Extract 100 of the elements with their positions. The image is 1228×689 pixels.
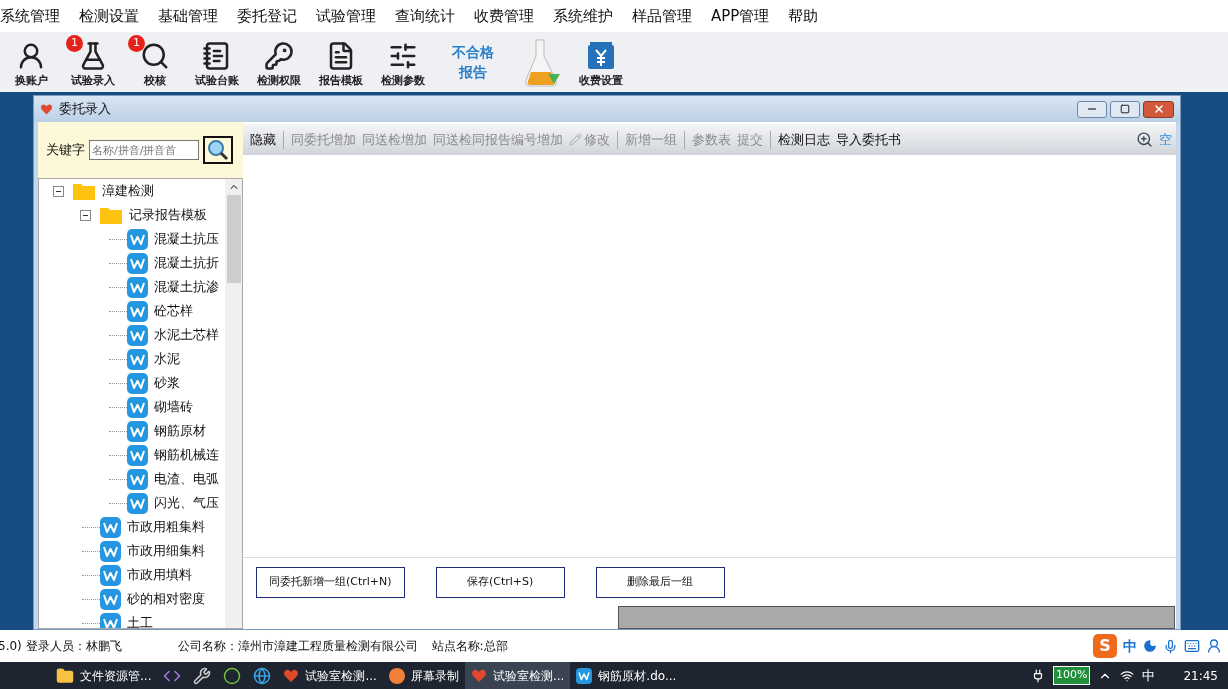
form-button[interactable]: 删除最后一组 bbox=[595, 567, 725, 598]
document-icon bbox=[127, 396, 148, 418]
document-icon bbox=[100, 564, 121, 586]
tree-item[interactable]: 市政用粗集料 bbox=[127, 517, 205, 537]
document-icon bbox=[127, 348, 148, 370]
tree-item[interactable]: 混凝土抗折 bbox=[154, 253, 219, 273]
document-icon bbox=[127, 372, 148, 394]
minimize-button[interactable] bbox=[1077, 100, 1107, 118]
document-icon bbox=[127, 468, 148, 490]
taskbar-button[interactable]: 试验室检测... bbox=[277, 662, 383, 689]
menu-item[interactable]: 查询统计 bbox=[395, 4, 455, 28]
tree-item[interactable]: 砂浆 bbox=[154, 373, 180, 393]
folder-icon bbox=[99, 205, 123, 225]
toolbar-button[interactable]: 换账户 bbox=[0, 35, 62, 89]
menu-item[interactable]: APP管理 bbox=[711, 4, 770, 28]
tree-item[interactable]: 混凝土抗渗 bbox=[154, 277, 219, 297]
collapse-icon[interactable] bbox=[80, 209, 91, 221]
toolbar-button[interactable]: 收费设置 bbox=[570, 35, 632, 89]
form-button[interactable]: 同委托新增一组(Ctrl+N) bbox=[256, 567, 405, 598]
wifi-icon[interactable] bbox=[1120, 668, 1135, 683]
tree-item[interactable]: 土工 bbox=[127, 613, 153, 628]
keyboard-icon[interactable] bbox=[1184, 638, 1200, 654]
menu-item[interactable]: 帮助 bbox=[788, 4, 819, 28]
document-icon bbox=[127, 300, 148, 322]
tree-item[interactable]: 市政用细集料 bbox=[127, 541, 205, 561]
toolbar-button[interactable]: 试验台账 bbox=[186, 35, 248, 89]
tree-item[interactable]: 钢筋机械连 bbox=[154, 445, 219, 465]
maximize-icon bbox=[1120, 104, 1130, 114]
menu-item[interactable]: 基础管理 bbox=[158, 4, 218, 28]
record-icon bbox=[388, 667, 405, 684]
toolbar-button[interactable]: 不合格报告 bbox=[450, 42, 496, 82]
status-text: 站点名称:总部 bbox=[431, 638, 508, 655]
tree-item[interactable]: 漳建检测 bbox=[102, 181, 154, 201]
toolbar-button[interactable]: 检测权限 bbox=[248, 35, 310, 89]
document-icon bbox=[100, 516, 121, 538]
user-icon[interactable] bbox=[1206, 638, 1222, 654]
document-icon bbox=[127, 444, 148, 466]
menu-item[interactable]: 试验管理 bbox=[316, 4, 376, 28]
tree-item[interactable]: 市政用填料 bbox=[127, 565, 192, 585]
zoom-icon[interactable] bbox=[1136, 131, 1153, 148]
tree-item[interactable]: 水泥 bbox=[154, 349, 180, 369]
toolbar-button[interactable]: 试验录入 1 bbox=[62, 35, 124, 89]
count-badge: 1 bbox=[66, 35, 83, 52]
form-button[interactable]: 保存(Ctrl+S) bbox=[435, 567, 565, 598]
tree-item[interactable]: 电渣、电弧 bbox=[154, 469, 219, 489]
action-button[interactable]: 导入委托书 bbox=[833, 129, 904, 150]
tree-item[interactable]: 砌墙砖 bbox=[154, 397, 193, 417]
document-icon bbox=[127, 324, 148, 346]
document-icon bbox=[100, 540, 121, 562]
tree-item[interactable]: 混凝土抗压 bbox=[154, 229, 219, 249]
menu-item[interactable]: 系统维护 bbox=[553, 4, 613, 28]
close-icon bbox=[1152, 103, 1165, 115]
battery-level[interactable]: 100% bbox=[1052, 666, 1091, 685]
tree-item[interactable]: 钢筋原材 bbox=[154, 421, 206, 441]
document-icon bbox=[576, 667, 593, 684]
toolbar-button[interactable]: 检测参数 bbox=[372, 35, 434, 89]
action-button[interactable]: 检测日志 bbox=[775, 129, 833, 150]
toolbar-button[interactable]: 校核 1 bbox=[124, 35, 186, 89]
taskbar-button[interactable]: 试验室检测... bbox=[464, 662, 571, 689]
scrollbar[interactable] bbox=[225, 179, 242, 628]
key-icon bbox=[264, 40, 294, 71]
maximize-button[interactable] bbox=[1110, 100, 1140, 118]
menu-item[interactable]: 检测设置 bbox=[79, 4, 139, 28]
heart-icon bbox=[283, 667, 300, 684]
menu-item[interactable]: 收费管理 bbox=[474, 4, 534, 28]
heart-icon bbox=[40, 102, 53, 116]
clock[interactable]: 21:45 bbox=[1183, 666, 1218, 685]
taskbar-button[interactable]: 屏幕录制 bbox=[382, 662, 465, 689]
search-label: 关键字 bbox=[46, 141, 85, 160]
moon-icon[interactable] bbox=[1143, 639, 1157, 653]
wrench-icon bbox=[193, 666, 212, 685]
collapse-icon[interactable] bbox=[53, 185, 64, 197]
microphone-icon[interactable] bbox=[1163, 638, 1178, 654]
document-icon bbox=[127, 228, 148, 250]
taskbar-button[interactable]: 文件资源管... bbox=[50, 662, 158, 689]
close-button[interactable] bbox=[1143, 100, 1174, 118]
ime-mode[interactable]: 中 bbox=[1123, 635, 1137, 657]
taskbar-button[interactable]: 钢筋原材.do... bbox=[570, 662, 683, 689]
menu-item[interactable]: 样品管理 bbox=[632, 4, 692, 28]
document-icon bbox=[127, 276, 148, 298]
globe-icon bbox=[253, 666, 272, 685]
heart-icon bbox=[470, 667, 487, 684]
tree-item[interactable]: 记录报告模板 bbox=[129, 205, 207, 225]
toolbar-button[interactable]: 报告模板 bbox=[310, 35, 372, 89]
ime-mode[interactable]: 中 bbox=[1142, 665, 1156, 686]
tree-item[interactable]: 砼芯样 bbox=[154, 301, 193, 321]
pencil-icon bbox=[569, 133, 582, 146]
menu-item[interactable]: 委托登记 bbox=[237, 4, 297, 28]
scrollbar-thumb[interactable] bbox=[226, 195, 241, 283]
tree-item[interactable]: 砂的相对密度 bbox=[127, 589, 205, 609]
tree-item[interactable]: 水泥土芯样 bbox=[154, 325, 219, 345]
action-button[interactable]: 隐藏 bbox=[247, 129, 279, 150]
folder-icon bbox=[72, 181, 96, 201]
search-button[interactable] bbox=[203, 136, 233, 164]
count-badge: 1 bbox=[128, 35, 145, 52]
menu-item[interactable]: 系统管理 bbox=[0, 4, 60, 28]
status-text: 公司名称：漳州市漳建工程质量检测有限公司 bbox=[177, 638, 418, 655]
folder-icon bbox=[56, 666, 74, 685]
tree-item[interactable]: 闪光、气压 bbox=[154, 493, 219, 513]
search-field[interactable]: 名称/拼音/拼音首 bbox=[89, 140, 199, 160]
